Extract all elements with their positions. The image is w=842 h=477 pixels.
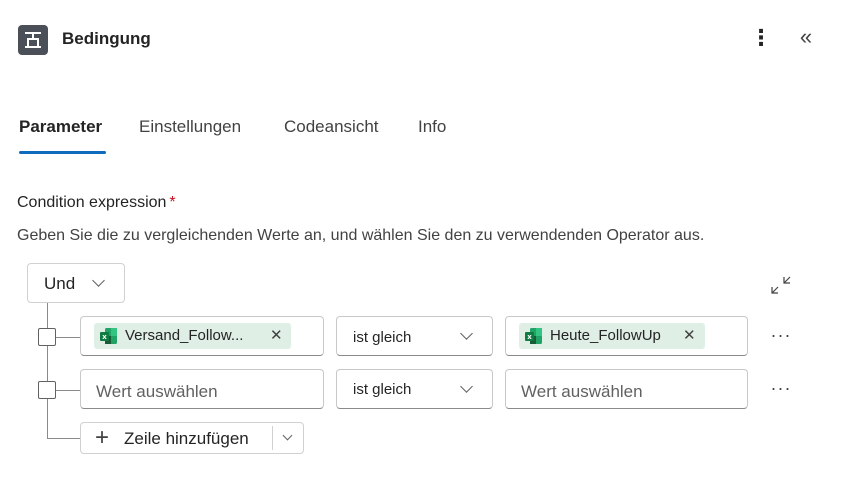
- svg-text:x: x: [527, 333, 532, 341]
- plus-icon: +: [95, 424, 110, 451]
- chevron-down-icon[interactable]: [282, 430, 293, 441]
- tree-branch: [56, 390, 80, 391]
- active-tab-indicator: [19, 151, 106, 154]
- row-more-icon[interactable]: ···: [770, 325, 792, 346]
- condition-label-text: Condition expression: [17, 194, 167, 211]
- close-icon[interactable]: ✕: [270, 326, 283, 344]
- double-chevron-left-icon[interactable]: «: [794, 22, 818, 52]
- tree-branch: [56, 337, 80, 338]
- right-value-field[interactable]: x Heute_FollowUp ✕: [505, 316, 748, 356]
- left-value-placeholder: Wert auswählen: [96, 382, 218, 401]
- group-operator-value: Und: [44, 274, 76, 293]
- operator-dropdown[interactable]: ist gleich: [336, 316, 493, 356]
- split-divider: [272, 426, 273, 450]
- condition-icon: [18, 25, 48, 55]
- chevron-down-icon: [460, 327, 473, 340]
- right-value-placeholder: Wert auswählen: [521, 382, 643, 401]
- condition-description: Geben Sie die zu vergleichenden Werte an…: [17, 227, 705, 244]
- page-title: Bedingung: [62, 29, 151, 48]
- more-vertical-icon[interactable]: ⋮: [750, 24, 772, 52]
- tab-info[interactable]: Info: [418, 117, 446, 137]
- row-checkbox[interactable]: [38, 381, 56, 399]
- token-label: Versand_Follow...: [125, 327, 244, 344]
- tab-codeansicht[interactable]: Codeansicht: [284, 117, 379, 137]
- left-value-field[interactable]: x Versand_Follow... ✕: [80, 316, 324, 356]
- condition-label: Condition expression *: [17, 194, 176, 212]
- collapse-icon[interactable]: [768, 272, 794, 298]
- add-row-button[interactable]: + Zeile hinzufügen: [80, 422, 304, 454]
- excel-icon: x: [100, 328, 117, 344]
- chevron-down-icon: [460, 380, 473, 393]
- token-label: Heute_FollowUp: [550, 327, 661, 344]
- row-more-icon[interactable]: ···: [770, 378, 792, 399]
- operator-dropdown[interactable]: ist gleich: [336, 369, 493, 409]
- value-token: x Versand_Follow... ✕: [94, 323, 291, 349]
- tree-branch: [47, 438, 80, 439]
- value-token: x Heute_FollowUp ✕: [519, 323, 705, 349]
- group-operator-dropdown[interactable]: Und: [27, 263, 125, 303]
- add-row-label: Zeile hinzufügen: [124, 429, 249, 448]
- excel-icon: x: [525, 328, 542, 344]
- svg-text:x: x: [102, 333, 107, 341]
- operator-value: ist gleich: [353, 381, 412, 398]
- required-mark: *: [169, 194, 176, 211]
- right-value-field[interactable]: Wert auswählen: [505, 369, 748, 409]
- chevron-down-icon: [92, 274, 105, 287]
- left-value-field[interactable]: Wert auswählen: [80, 369, 324, 409]
- tree-connector: [47, 303, 48, 439]
- operator-value: ist gleich: [353, 329, 412, 346]
- tab-parameter[interactable]: Parameter: [19, 117, 102, 137]
- close-icon[interactable]: ✕: [683, 326, 696, 344]
- row-checkbox[interactable]: [38, 328, 56, 346]
- tab-einstellungen[interactable]: Einstellungen: [139, 117, 241, 137]
